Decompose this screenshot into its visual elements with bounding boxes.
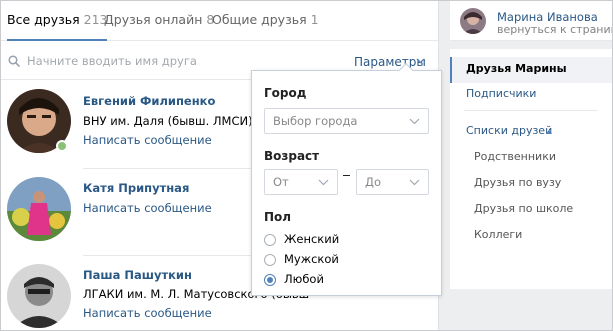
online-indicator <box>56 140 68 152</box>
friend-list-item[interactable]: Родственники <box>450 145 612 171</box>
age-to-value: До <box>365 175 382 189</box>
friend-list-label: Друзья по школе <box>474 202 574 215</box>
write-message-link[interactable]: Написать сообщение <box>83 201 212 215</box>
friend-list-item[interactable]: Друзья по вузу <box>450 171 612 197</box>
age-range-separator <box>343 175 350 176</box>
friend-search-input[interactable] <box>27 51 327 71</box>
age-label: Возраст <box>264 149 320 163</box>
friend-list-label: Коллеги <box>474 228 523 241</box>
avatar[interactable] <box>460 8 486 34</box>
radio-button[interactable] <box>264 254 276 266</box>
profile-header[interactable]: Марина Иванова вернуться к странице <box>450 1 613 41</box>
back-to-page-link[interactable]: вернуться к странице <box>497 23 613 36</box>
sidebar-item-label: Подписчики <box>466 87 537 100</box>
friend-list-item[interactable]: Друзья по школе <box>450 197 612 223</box>
search-icon <box>8 55 20 67</box>
filter-dropdown: Город Выбор города Возраст От До Пол Жен… <box>251 62 442 296</box>
radio-button[interactable] <box>264 234 276 246</box>
age-to-select[interactable]: До <box>356 169 429 195</box>
gender-option-label: Любой <box>284 272 324 286</box>
menu-divider <box>464 110 598 111</box>
tab-mutual-friends-count: 1 <box>310 12 319 27</box>
gender-option-label: Мужской <box>284 252 339 266</box>
gender-label: Пол <box>264 210 292 224</box>
age-from-select[interactable]: От <box>264 169 338 195</box>
tab-mutual-friends-label: Общие друзья <box>212 12 307 27</box>
caret-up-icon <box>546 130 552 134</box>
sidebar-item-label: Друзья Марины <box>466 62 567 75</box>
sidebar-item-subscribers[interactable]: Подписчики <box>450 82 612 108</box>
write-message-link[interactable]: Написать сообщение <box>83 133 212 147</box>
friend-list-item[interactable]: Коллеги <box>450 223 612 249</box>
friend-name[interactable]: Катя Припутная <box>83 181 189 195</box>
profile-owner-name[interactable]: Марина Иванова <box>497 10 598 24</box>
chevron-down-icon <box>409 118 420 125</box>
right-sidebar: Марина Иванова вернуться к странице Друз… <box>450 1 613 330</box>
write-message-link[interactable]: Написать сообщение <box>83 306 212 320</box>
chevron-down-icon <box>409 179 420 186</box>
radio-button-selected[interactable] <box>264 274 276 286</box>
friends-side-menu: Друзья Марины Подписчики Списки друзей Р… <box>450 49 612 289</box>
friend-name[interactable]: Паша Пашуткин <box>83 268 192 282</box>
tab-all-friends[interactable]: Все друзья 213 <box>7 1 108 41</box>
friend-university: ВНУ им. Даля (бывш. ЛМСИ) <box>83 114 253 128</box>
tab-mutual-friends[interactable]: Общие друзья 1 <box>212 1 319 41</box>
city-label: Город <box>264 86 307 100</box>
chevron-down-icon[interactable] <box>416 58 425 64</box>
city-select[interactable]: Выбор города <box>264 108 429 134</box>
avatar[interactable] <box>7 264 71 328</box>
friend-list-label: Друзья по вузу <box>474 176 562 189</box>
city-select-value: Выбор города <box>273 114 358 128</box>
friend-name[interactable]: Евгений Филипенко <box>83 94 215 108</box>
tab-online-friends[interactable]: Друзья онлайн 8 <box>104 1 214 41</box>
chevron-down-icon <box>318 179 329 186</box>
avatar[interactable] <box>7 177 71 241</box>
friend-list-label: Родственники <box>474 150 557 163</box>
friend-lists-toggle[interactable]: Списки друзей <box>450 119 612 145</box>
gender-option-label: Женский <box>284 232 340 246</box>
tab-all-friends-label: Все друзья <box>7 12 80 27</box>
friends-tabs: Все друзья 213 Друзья онлайн 8 Общие друзь… <box>1 1 439 41</box>
sidebar-item-friends[interactable]: Друзья Марины <box>450 57 612 83</box>
friend-lists-label: Списки друзей <box>466 124 553 137</box>
age-from-value: От <box>273 175 289 189</box>
tab-online-friends-label: Друзья онлайн <box>104 12 203 27</box>
